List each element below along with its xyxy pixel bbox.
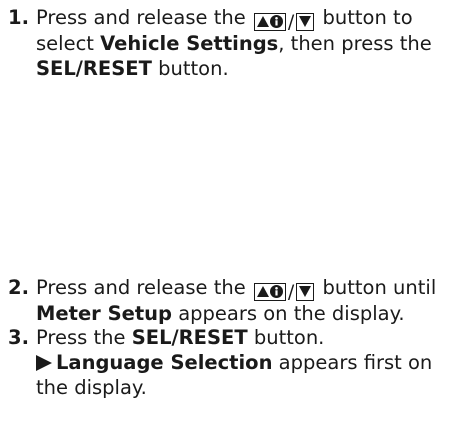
step-number: 1.	[8, 6, 29, 29]
step-result: Language Selection appears first on the …	[36, 350, 468, 400]
menu-item-meter-setup: Meter Setup	[36, 301, 173, 325]
sel-reset-label: SEL/RESET	[36, 56, 152, 80]
step-text-after: button until	[322, 276, 437, 299]
down-box	[296, 12, 315, 31]
step-1: 1. Press and release the / button to sel…	[8, 5, 468, 81]
step-text: Press the SEL/RESET button. Language Sel…	[36, 325, 468, 400]
manual-page: { "steps": [ { "number": "1.", "text_bef…	[0, 0, 468, 429]
step-number: 2.	[8, 276, 29, 299]
step-text: Press and release the / button until Met…	[36, 275, 468, 326]
info-icon	[269, 285, 283, 298]
step-text-mid: , then press the	[278, 31, 432, 55]
up-info-down-button-glyph: /	[253, 280, 315, 303]
step-text-end: button.	[253, 326, 325, 349]
up-info-box	[253, 282, 286, 301]
step-2: 2. Press and release the / button until …	[8, 275, 468, 326]
step-text: Press and release the / button to select…	[36, 5, 468, 81]
triangle-up-icon	[256, 16, 269, 27]
down-box	[296, 282, 315, 301]
sel-reset-label: SEL/RESET	[131, 326, 248, 349]
separator: /	[287, 10, 295, 33]
up-info-down-button-glyph: /	[253, 10, 315, 33]
step-text-before: Press the	[36, 326, 126, 349]
step-number: 3.	[8, 326, 29, 349]
menu-item-vehicle-settings: Vehicle Settings	[100, 31, 279, 55]
triangle-down-icon	[299, 286, 312, 297]
step-3: 3. Press the SEL/RESET button. Language …	[8, 325, 468, 400]
menu-item-language-selection: Language Selection	[56, 351, 273, 374]
up-info-box	[253, 12, 286, 31]
step-text-before: Press and release the	[36, 276, 246, 299]
separator: /	[287, 280, 295, 303]
step-text-before: Press and release the	[36, 6, 246, 29]
triangle-down-icon	[299, 16, 312, 27]
result-arrow-icon	[36, 355, 52, 371]
step-text-end: button.	[158, 56, 229, 80]
triangle-up-icon	[256, 286, 269, 297]
info-icon	[269, 15, 283, 28]
step-text-end: appears on the display.	[178, 301, 405, 325]
